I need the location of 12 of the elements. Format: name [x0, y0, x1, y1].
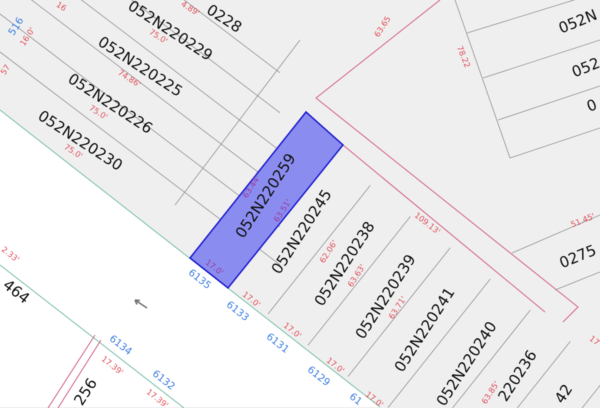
dimension-label: 16: [54, 0, 68, 14]
dimension-label: 78.22: [455, 44, 471, 70]
dimension-label: 17: [588, 334, 600, 348]
dimension-label: 57: [0, 64, 12, 76]
parcel-id-label: 0275: [557, 242, 599, 272]
direction-arrow-icon: [132, 297, 148, 309]
parcel-id-label: 42: [552, 382, 576, 406]
parcel-id-label: 0: [584, 97, 600, 115]
address-number-label: 61: [346, 392, 364, 408]
parcel-id-label: 052N: [556, 8, 600, 36]
parcel-id-label: 464: [0, 277, 32, 307]
parcel-id-label: 052: [570, 56, 600, 80]
